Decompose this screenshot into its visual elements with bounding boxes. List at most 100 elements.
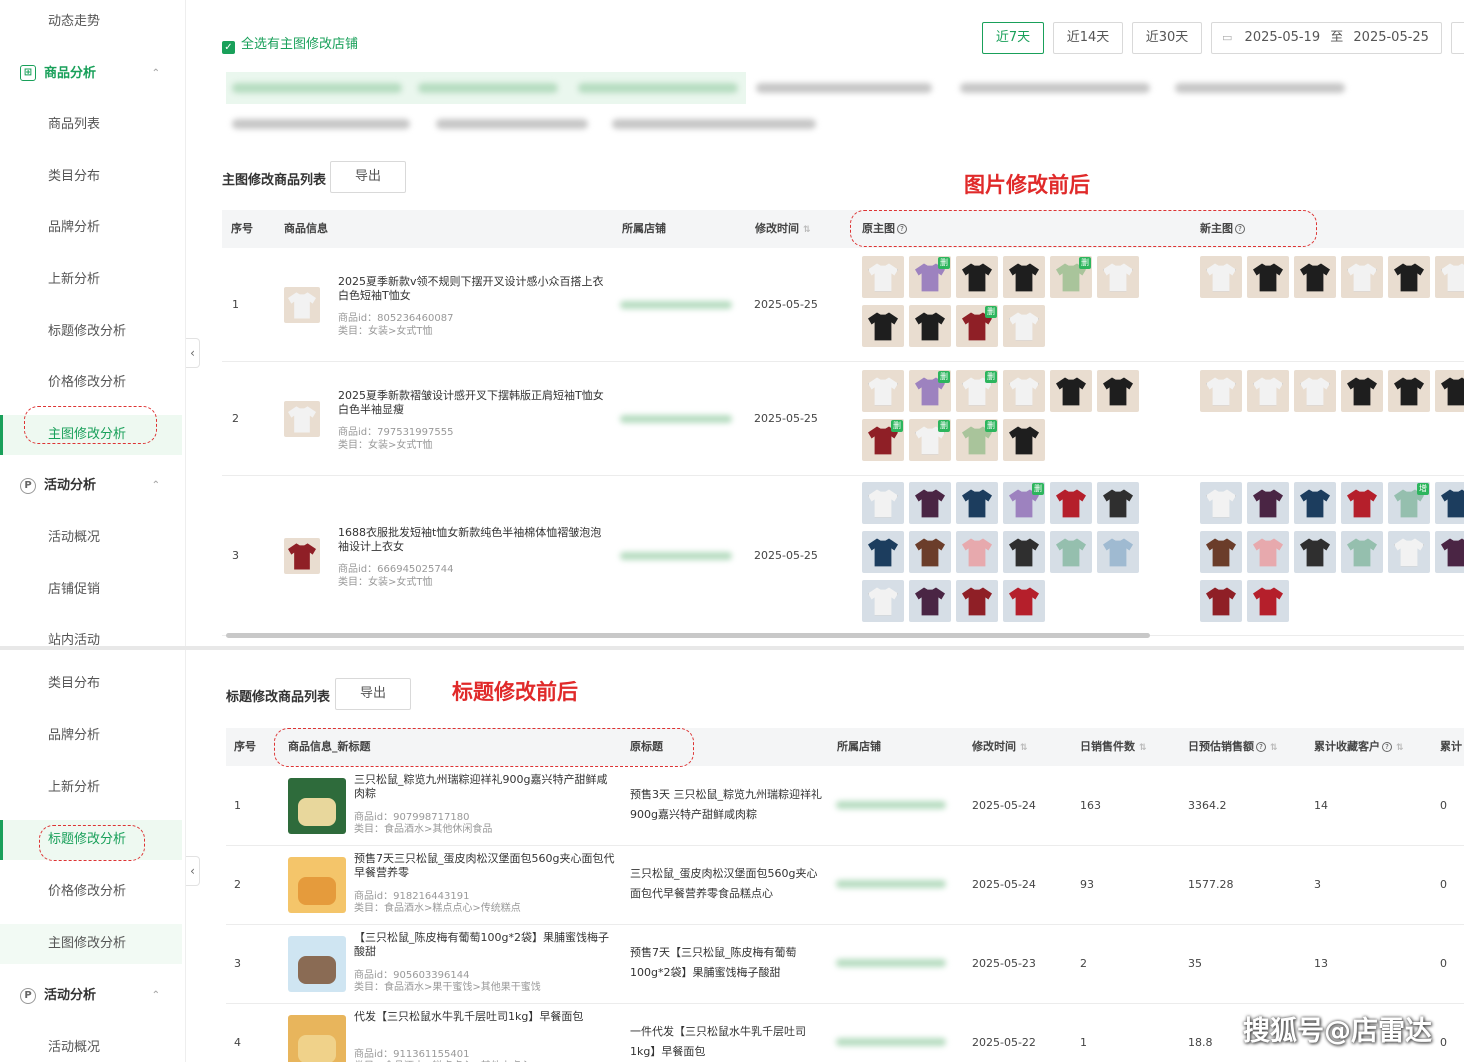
product-thumbnail[interactable]	[1003, 580, 1045, 622]
extra-button[interactable]	[1451, 22, 1464, 54]
product-thumbnail[interactable]	[1247, 256, 1289, 298]
product-thumbnail[interactable]	[1097, 482, 1139, 524]
product-thumbnail[interactable]: 删	[956, 305, 998, 347]
new-title[interactable]: 【三只松鼠_陈皮梅有葡萄100g*2袋】果脯蜜饯梅子酸甜	[354, 931, 616, 959]
sidebar-item[interactable]: 活动概况	[0, 518, 182, 558]
date-14-days-button[interactable]: 近14天	[1053, 22, 1123, 54]
sidebar-item[interactable]: 类目分布	[0, 157, 182, 197]
product-thumbnail[interactable]	[909, 531, 951, 573]
new-title[interactable]: 三只松鼠_粽览九州瑞粽迎祥礼900g嘉兴特产甜鲜咸肉粽	[354, 773, 616, 801]
shop-name-blurred[interactable]	[620, 552, 732, 560]
shop-name-blurred[interactable]	[836, 801, 946, 809]
sidebar-item[interactable]: 类目分布	[0, 664, 182, 704]
sidebar-collapse-toggle[interactable]: ‹	[186, 338, 200, 368]
shop-chip[interactable]	[612, 119, 816, 129]
product-thumbnail[interactable]	[1435, 370, 1464, 412]
shop-name-blurred[interactable]	[836, 959, 946, 967]
horizontal-scrollbar[interactable]	[226, 633, 1150, 638]
product-thumbnail[interactable]	[956, 580, 998, 622]
product-title[interactable]: 2025夏季新款褶皱设计感开叉下摆韩版正肩短袖T恤女白色半袖显瘦	[338, 389, 608, 417]
export-button[interactable]: 导出	[330, 161, 406, 193]
product-title[interactable]: 1688衣服批发短袖t恤女新款纯色半袖棉体恤褶皱泡泡袖设计上衣女	[338, 526, 608, 554]
shop-chip[interactable]	[1175, 83, 1345, 93]
product-thumbnail[interactable]	[1200, 580, 1242, 622]
sidebar-item[interactable]: P 活动分析 ⌃	[0, 466, 182, 506]
product-image[interactable]	[288, 1015, 346, 1062]
sidebar-item[interactable]: 标题修改分析	[0, 312, 182, 352]
shop-chip[interactable]	[418, 83, 558, 93]
product-thumbnail[interactable]	[1388, 531, 1430, 573]
product-thumbnail[interactable]	[1050, 370, 1092, 412]
product-image[interactable]	[284, 287, 320, 323]
shop-chip[interactable]	[960, 83, 1150, 93]
product-image[interactable]	[284, 538, 320, 574]
product-thumbnail[interactable]: 删	[909, 419, 951, 461]
sidebar-item[interactable]: 站内活动	[0, 621, 182, 646]
product-thumbnail[interactable]	[956, 482, 998, 524]
export-button[interactable]: 导出	[335, 678, 411, 710]
product-thumbnail[interactable]	[1341, 256, 1383, 298]
shop-name-blurred[interactable]	[836, 880, 946, 888]
product-thumbnail[interactable]	[1247, 482, 1289, 524]
shop-name-blurred[interactable]	[620, 415, 732, 423]
product-thumbnail[interactable]	[862, 305, 904, 347]
product-thumbnail[interactable]	[1294, 482, 1336, 524]
product-thumbnail[interactable]	[1294, 256, 1336, 298]
product-thumbnail[interactable]	[1341, 370, 1383, 412]
product-thumbnail[interactable]	[1200, 370, 1242, 412]
select-all-shops-checkbox[interactable]: ✓ 全选有主图修改店铺	[222, 33, 358, 54]
product-title[interactable]: 2025夏季新款v领不规则下摆开叉设计感小众百搭上衣白色短袖T恤女	[338, 275, 608, 303]
shop-chip[interactable]	[578, 83, 738, 93]
sidebar-item[interactable]: 价格修改分析	[0, 363, 182, 403]
sidebar-item[interactable]: 活动概况	[0, 1028, 182, 1062]
product-thumbnail[interactable]	[1341, 482, 1383, 524]
shop-chip[interactable]	[232, 83, 402, 93]
product-thumbnail[interactable]: 删	[862, 419, 904, 461]
product-thumbnail[interactable]	[956, 531, 998, 573]
product-thumbnail[interactable]	[862, 482, 904, 524]
sidebar-item[interactable]: 品牌分析	[0, 716, 182, 756]
product-thumbnail[interactable]	[1003, 370, 1045, 412]
sidebar-item[interactable]: 主图修改分析	[0, 924, 182, 964]
date-30-days-button[interactable]: 近30天	[1132, 22, 1202, 54]
product-thumbnail[interactable]	[1097, 531, 1139, 573]
shop-chip[interactable]	[436, 119, 588, 129]
product-thumbnail[interactable]	[1200, 256, 1242, 298]
product-thumbnail[interactable]	[862, 370, 904, 412]
sidebar-item[interactable]: 动态走势	[0, 2, 182, 42]
product-image[interactable]	[288, 778, 346, 834]
product-thumbnail[interactable]	[1200, 482, 1242, 524]
product-thumbnail[interactable]	[1050, 531, 1092, 573]
product-thumbnail[interactable]	[1003, 531, 1045, 573]
sidebar-item[interactable]: 上新分析	[0, 260, 182, 300]
product-thumbnail[interactable]	[909, 580, 951, 622]
product-thumbnail[interactable]	[956, 256, 998, 298]
new-title[interactable]: 预售7天三只松鼠_蛋皮肉松汉堡面包560g夹心面包代早餐营养零	[354, 852, 616, 880]
product-thumbnail[interactable]	[862, 531, 904, 573]
product-thumbnail[interactable]	[1435, 482, 1464, 524]
product-image[interactable]	[284, 401, 320, 437]
shop-name-blurred[interactable]	[620, 301, 732, 309]
product-image[interactable]	[288, 857, 346, 913]
date-range-picker[interactable]: ▭ 2025-05-19 至 2025-05-25	[1211, 22, 1442, 54]
sidebar-item[interactable]: 价格修改分析	[0, 872, 182, 912]
product-thumbnail[interactable]: 删	[1050, 256, 1092, 298]
col-favorites[interactable]: 累计收藏客户? ⇅	[1314, 728, 1404, 767]
product-thumbnail[interactable]	[1341, 531, 1383, 573]
product-thumbnail[interactable]: 删	[956, 419, 998, 461]
product-thumbnail[interactable]	[1247, 370, 1289, 412]
product-thumbnail[interactable]	[1003, 419, 1045, 461]
product-thumbnail[interactable]	[1003, 256, 1045, 298]
shop-chip[interactable]	[756, 83, 932, 93]
col-daily-amount[interactable]: 日预估销售额? ⇅	[1188, 728, 1278, 767]
sidebar-item[interactable]: ⊞ 商品分析 ⌃	[0, 54, 182, 94]
product-thumbnail[interactable]	[909, 305, 951, 347]
product-thumbnail[interactable]	[862, 580, 904, 622]
product-thumbnail[interactable]	[1247, 531, 1289, 573]
product-thumbnail[interactable]	[1003, 305, 1045, 347]
sidebar-collapse-toggle[interactable]: ‹	[186, 856, 200, 886]
product-thumbnail[interactable]: 删	[909, 370, 951, 412]
sidebar-item[interactable]: 商品列表	[0, 105, 182, 145]
product-thumbnail[interactable]	[862, 256, 904, 298]
product-thumbnail[interactable]	[1435, 256, 1464, 298]
